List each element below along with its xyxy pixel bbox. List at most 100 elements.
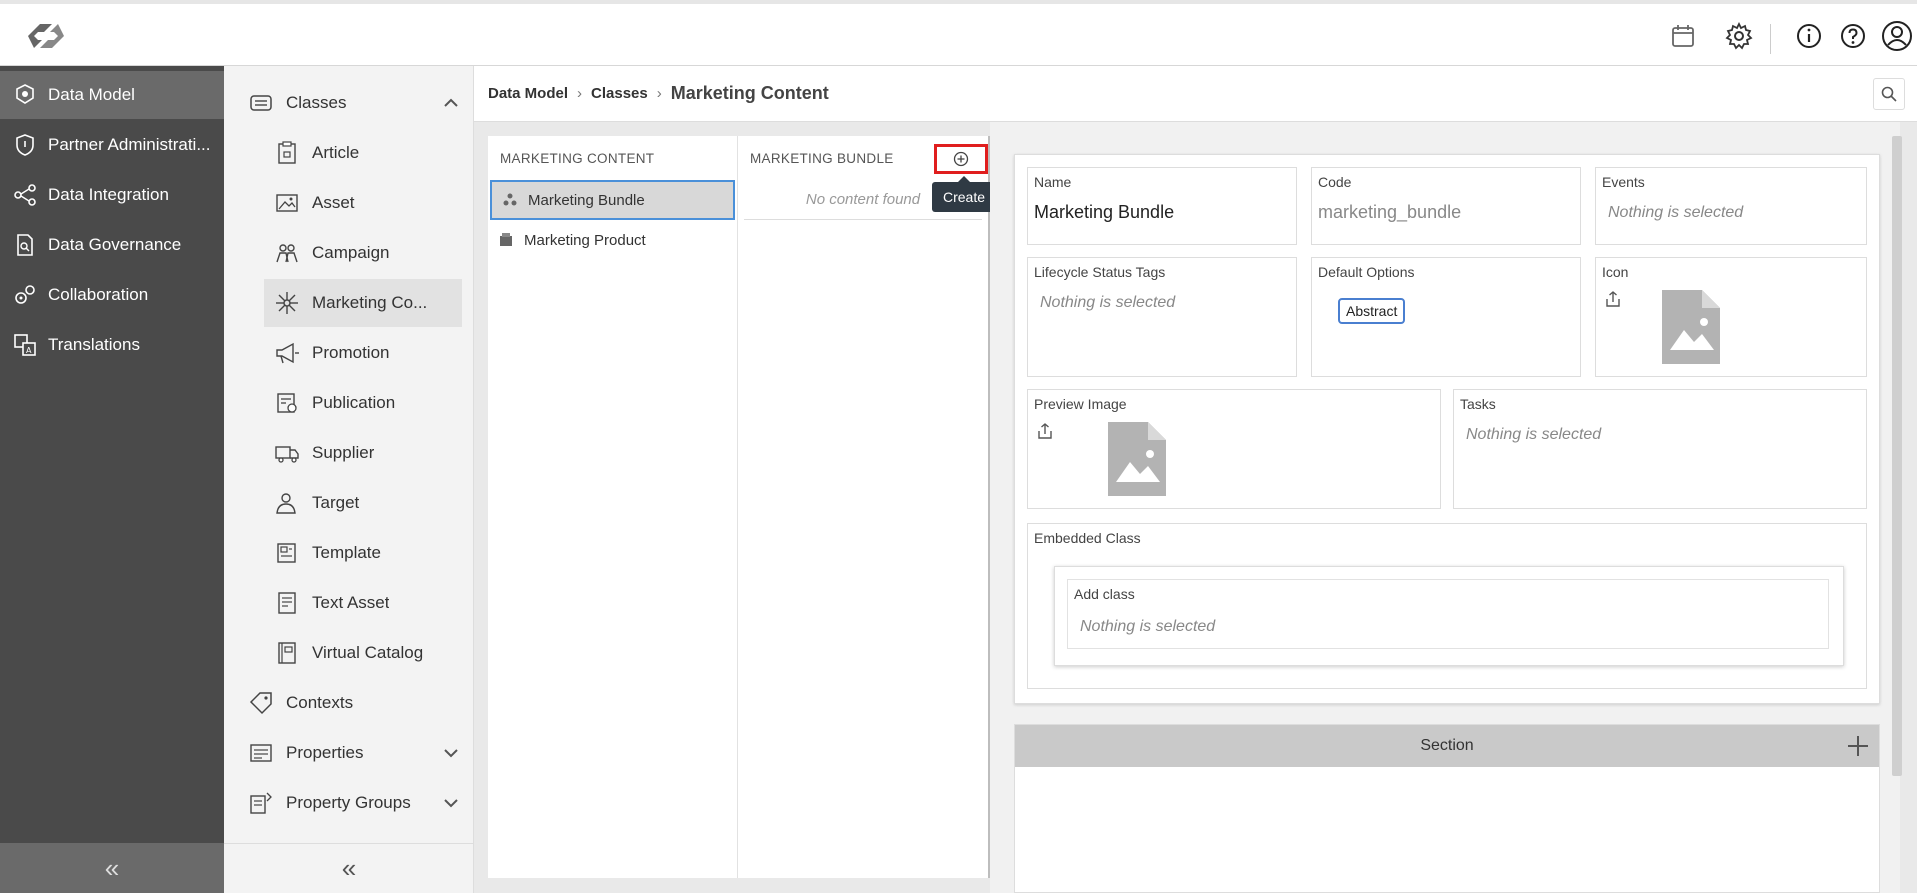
image-icon	[276, 194, 298, 212]
sidebar-item-template[interactable]: Template	[264, 529, 462, 577]
sidebar-item-promotion[interactable]: Promotion	[264, 329, 462, 377]
info-icon[interactable]	[1795, 22, 1823, 50]
properties-icon	[250, 744, 272, 762]
nav-item-data-governance[interactable]: Data Governance	[0, 221, 224, 269]
sidebar-item-target[interactable]: Target	[264, 479, 462, 527]
tasks-field[interactable]: Tasks Nothing is selected	[1453, 389, 1867, 509]
help-icon[interactable]	[1839, 22, 1867, 50]
field-label: Name	[1034, 174, 1072, 190]
field-label: Events	[1602, 174, 1645, 190]
create-tooltip: Create	[932, 176, 996, 212]
field-label: Tasks	[1460, 396, 1496, 412]
nav-item-translations[interactable]: A Translations	[0, 321, 224, 369]
name-field[interactable]: Name Marketing Bundle	[1027, 167, 1297, 245]
field-label: Code	[1318, 174, 1352, 190]
upload-icon[interactable]	[1036, 422, 1054, 440]
field-label: Default Options	[1318, 264, 1415, 280]
list-item-marketing-bundle[interactable]: Marketing Bundle	[490, 180, 735, 220]
nav-item-partner-administration[interactable]: Partner Administrati...	[0, 121, 224, 169]
sidebar-item-label: Publication	[312, 393, 396, 412]
sidebar-section-label: Property Groups	[286, 793, 411, 812]
class-sidebar: Classes Article Asset Campaign Marketing…	[224, 66, 474, 893]
add-section-icon[interactable]	[1845, 733, 1871, 759]
sidebar-item-text-asset[interactable]: Text Asset	[264, 579, 462, 627]
add-class-placeholder: Nothing is selected	[1080, 618, 1216, 635]
sidebar-item-label: Virtual Catalog	[312, 643, 424, 662]
sidebar-item-article[interactable]: Article	[264, 129, 462, 177]
image-placeholder-icon	[1108, 422, 1166, 496]
calendar-icon[interactable]	[1669, 22, 1697, 50]
tasks-placeholder: Nothing is selected	[1466, 426, 1602, 443]
sidebar-item-label: Text Asset	[312, 593, 390, 612]
search-icon	[1881, 86, 1897, 102]
sidebar-item-asset[interactable]: Asset	[264, 179, 462, 227]
sidebar-item-label: Article	[312, 143, 360, 162]
list-item-label: Marketing Product	[524, 231, 646, 249]
sidebar-item-label: Campaign	[312, 243, 390, 262]
field-label: Icon	[1602, 264, 1629, 280]
main-content: MARKETING CONTENT Marketing Bundle Marke…	[474, 122, 1917, 893]
text-asset-icon	[278, 592, 296, 614]
sidebar-item-label: Asset	[312, 193, 355, 212]
sidebar-section-classes[interactable]: Classes	[248, 79, 474, 127]
events-field[interactable]: Events Nothing is selected	[1595, 167, 1867, 245]
sidebar-section-label: Contexts	[286, 693, 354, 712]
add-class-field[interactable]: Add class Nothing is selected	[1067, 579, 1829, 649]
plus-circle-icon	[953, 151, 969, 167]
translate-icon: A	[14, 334, 36, 356]
logo-icon[interactable]	[22, 18, 70, 54]
sidebar-item-label: Promotion	[312, 343, 390, 362]
user-avatar-icon[interactable]	[1881, 20, 1913, 52]
sidebar-item-virtual-catalog[interactable]: Virtual Catalog	[264, 629, 462, 677]
vertical-scrollbar[interactable]	[1892, 136, 1902, 776]
embedded-class-field: Embedded Class Add class Nothing is sele…	[1027, 523, 1867, 689]
upload-icon[interactable]	[1604, 290, 1622, 308]
search-button[interactable]	[1873, 78, 1905, 110]
sidebar-item-publication[interactable]: Publication	[264, 379, 462, 427]
sidebar-item-campaign[interactable]: Campaign	[264, 229, 462, 277]
nav-item-label: Data Model	[48, 85, 135, 104]
document-search-icon	[17, 234, 33, 256]
abstract-option-chip[interactable]: Abstract	[1338, 298, 1406, 324]
sidebar-item-supplier[interactable]: Supplier	[264, 429, 462, 477]
sidebar-item-marketing-content[interactable]: Marketing Co...	[264, 279, 462, 327]
sidebar-section-property-groups[interactable]: Property Groups	[248, 779, 474, 827]
class-detail-panel: Name Marketing Bundle Code marketing_bun…	[990, 122, 1900, 893]
product-box-icon	[500, 233, 512, 246]
breadcrumb-separator: ›	[577, 85, 583, 102]
person-icon	[276, 493, 296, 514]
chevron-down-icon[interactable]	[442, 794, 460, 812]
icon-field: Icon	[1595, 257, 1867, 377]
sidebar-section-properties[interactable]: Properties	[248, 729, 474, 777]
network-icon	[276, 292, 298, 314]
nav-item-label: Partner Administrati...	[48, 135, 211, 154]
svg-text:A: A	[26, 346, 32, 355]
nav-collapse-button[interactable]: «	[0, 843, 224, 893]
shield-icon	[16, 134, 34, 156]
lifecycle-status-tags-field[interactable]: Lifecycle Status Tags Nothing is selecte…	[1027, 257, 1297, 377]
list-item-marketing-product[interactable]: Marketing Product	[488, 220, 737, 260]
name-value: Marketing Bundle	[1034, 202, 1175, 222]
tag-icon	[249, 692, 272, 715]
toolbar-divider	[1770, 24, 1771, 54]
sidebar-item-label: Marketing Co...	[312, 293, 428, 312]
gears-icon	[15, 285, 35, 304]
nav-item-collaboration[interactable]: Collaboration	[0, 271, 224, 319]
chevron-up-icon[interactable]	[442, 94, 460, 112]
nav-item-data-integration[interactable]: Data Integration	[0, 171, 224, 219]
create-button[interactable]	[934, 144, 988, 174]
section-title: Section	[1420, 737, 1474, 754]
preview-image-field: Preview Image	[1027, 389, 1441, 509]
share-nodes-icon	[14, 184, 36, 206]
nav-item-data-model[interactable]: Data Model	[0, 71, 224, 119]
sidebar-section-contexts[interactable]: Contexts	[248, 679, 474, 727]
sidebar-item-label: Template	[312, 543, 381, 562]
sidebar-item-label: Supplier	[312, 443, 375, 462]
list-icon	[250, 95, 272, 111]
breadcrumb-item-data-model[interactable]: Data Model	[488, 85, 568, 102]
breadcrumb-item-classes[interactable]: Classes	[591, 85, 648, 102]
gear-icon[interactable]	[1725, 22, 1753, 50]
sidebar-collapse-button[interactable]: «	[224, 843, 474, 893]
main-nav: Data Model Partner Administrati... Data …	[0, 66, 224, 893]
chevron-down-icon[interactable]	[442, 744, 460, 762]
